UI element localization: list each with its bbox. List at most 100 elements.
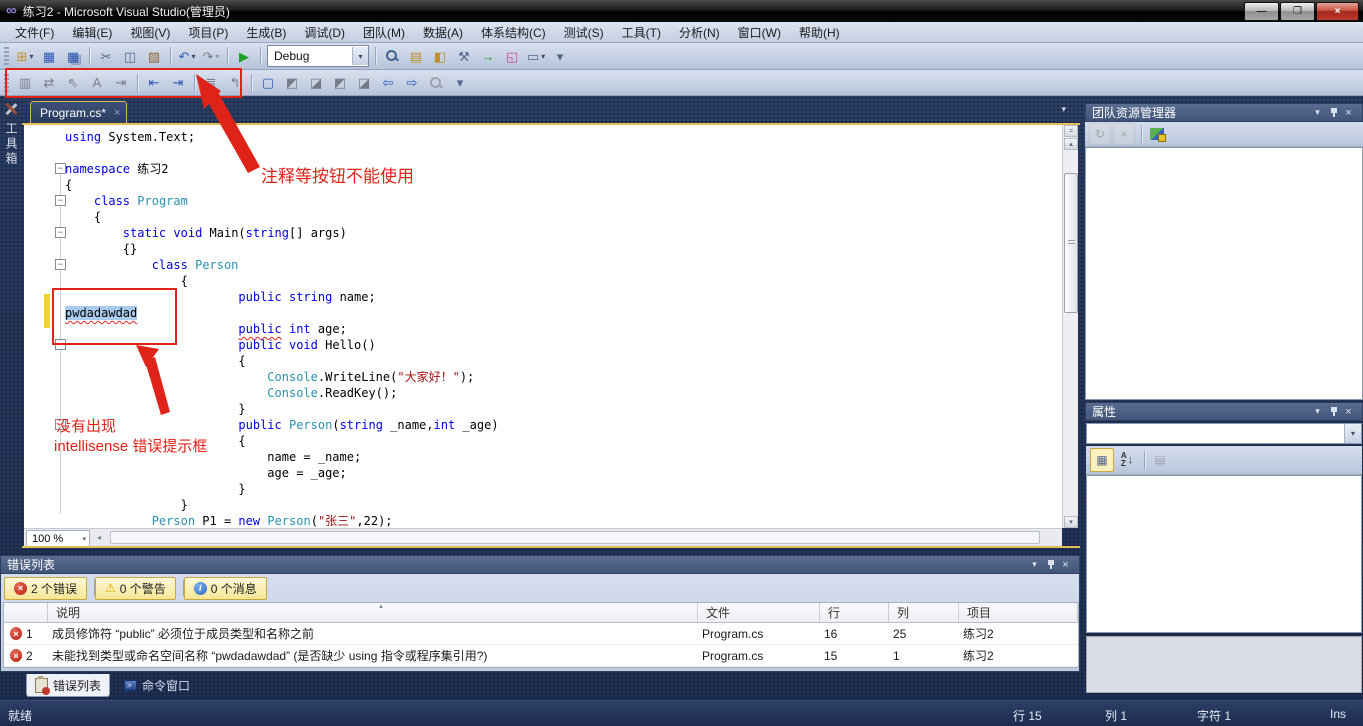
toolbar-options-button[interactable]: ▾ bbox=[549, 45, 571, 67]
menu-item[interactable]: 数据(A) bbox=[414, 22, 472, 43]
scroll-left-icon[interactable]: ◂ bbox=[92, 531, 106, 544]
tab-error-list[interactable]: 错误列表 bbox=[26, 674, 111, 697]
command-window-button[interactable]: ▭ ▾ bbox=[525, 45, 547, 67]
error-row[interactable]: × 2 未能找到类型或命名空间名称 “pwdadawdad” (是否缺少 using… bbox=[4, 645, 1078, 667]
redo-button[interactable]: ↷ ▾ bbox=[200, 45, 222, 67]
menu-item[interactable]: 团队(M) bbox=[354, 22, 414, 43]
new-project-button[interactable]: ⊞ ▾ bbox=[14, 45, 36, 67]
vertical-scroll-thumb[interactable] bbox=[1064, 173, 1078, 313]
column-project[interactable]: 项目 bbox=[959, 603, 1078, 623]
close-icon[interactable]: × bbox=[1058, 559, 1073, 571]
menu-item[interactable]: 文件(F) bbox=[6, 22, 63, 43]
debug-config-combo[interactable]: Debug ▾ bbox=[267, 45, 369, 67]
chevron-down-icon[interactable]: ▾ bbox=[29, 52, 33, 61]
next-bookmark-folder-button[interactable]: ◪ bbox=[353, 72, 375, 94]
editor-horizontal-scrollbar[interactable]: 100 % ▾ ◂ bbox=[24, 528, 1062, 547]
document-list-dropdown-icon[interactable]: ▾ bbox=[1061, 104, 1066, 115]
close-icon[interactable]: × bbox=[1341, 107, 1356, 119]
cancel-button[interactable]: × bbox=[1113, 123, 1135, 145]
menu-item[interactable]: 帮助(H) bbox=[790, 22, 849, 43]
start-page-button[interactable]: → bbox=[477, 45, 499, 67]
object-browser-button[interactable]: ◱ bbox=[501, 45, 523, 67]
property-pages-button[interactable]: ▤ bbox=[1149, 449, 1171, 471]
column-line[interactable]: 行 bbox=[820, 603, 889, 623]
messages-toggle-button[interactable]: i 0 个消息 bbox=[183, 576, 267, 600]
pin-icon[interactable] bbox=[1329, 107, 1339, 119]
menu-item[interactable]: 测试(S) bbox=[555, 22, 613, 43]
pin-icon[interactable] bbox=[1046, 559, 1056, 571]
minimize-button[interactable]: — bbox=[1244, 2, 1279, 21]
menu-item[interactable]: 体系结构(C) bbox=[472, 22, 555, 43]
toolbox-tab[interactable]: 工具箱 bbox=[3, 122, 20, 167]
chevron-down-icon[interactable]: ▾ bbox=[541, 52, 545, 61]
warnings-toggle-button[interactable]: ⚠ 0 个警告 bbox=[95, 576, 176, 600]
next-bookmark-button[interactable]: ◪ bbox=[305, 72, 327, 94]
fold-marker[interactable]: − bbox=[55, 227, 66, 238]
code-editor[interactable]: using System.Text; namespace 练习2{ class P… bbox=[24, 125, 1062, 528]
start-debug-icon: ▶ bbox=[239, 48, 249, 64]
menu-item[interactable]: 窗口(W) bbox=[729, 22, 790, 43]
menu-item[interactable]: 编辑(E) bbox=[63, 22, 121, 43]
start-debug-button[interactable]: ▶ bbox=[233, 45, 255, 67]
properties-object-combo[interactable]: ▾ bbox=[1086, 423, 1362, 444]
save-all-button[interactable]: ▦ bbox=[62, 45, 84, 67]
menu-item[interactable]: 生成(B) bbox=[237, 22, 295, 43]
prev-bookmark-button[interactable]: ◩ bbox=[281, 72, 303, 94]
menu-item[interactable]: 视图(V) bbox=[121, 22, 179, 43]
paste-button[interactable]: ▨ bbox=[143, 45, 165, 67]
categorized-button[interactable]: ▦ bbox=[1090, 448, 1114, 472]
prev-bookmark-folder-button[interactable]: ◩ bbox=[329, 72, 351, 94]
fold-marker[interactable]: − bbox=[55, 163, 66, 174]
close-button[interactable]: × bbox=[1316, 2, 1359, 21]
find-in-files-button[interactable] bbox=[381, 45, 403, 67]
refresh-button[interactable]: ↻ bbox=[1089, 123, 1111, 145]
column-file[interactable]: 文件 bbox=[698, 603, 820, 623]
tab-close-icon[interactable]: × bbox=[114, 107, 120, 119]
menu-item[interactable]: 项目(P) bbox=[179, 22, 237, 43]
status-bar: 就绪 行 15 列 1 字符 1 Ins bbox=[0, 700, 1363, 726]
solution-explorer-button[interactable]: ◧ bbox=[429, 45, 451, 67]
column-col[interactable]: 列 bbox=[889, 603, 959, 623]
chevron-down-icon[interactable]: ▾ bbox=[1027, 559, 1042, 570]
fold-marker[interactable]: − bbox=[55, 195, 66, 206]
close-icon[interactable]: × bbox=[1341, 406, 1356, 418]
toolbar-options2-button[interactable]: ▾ bbox=[449, 72, 471, 94]
menu-item[interactable]: 分析(N) bbox=[670, 22, 729, 43]
chevron-down-icon[interactable]: ▾ bbox=[191, 52, 195, 61]
error-row[interactable]: × 1 成员修饰符 “public” 必须位于成员类型和名称之前 Program.cs… bbox=[4, 623, 1078, 645]
save-button[interactable]: ▦ bbox=[38, 45, 60, 67]
toolbox-button[interactable]: ⚒ bbox=[453, 45, 475, 67]
code-line: age = _age; bbox=[65, 466, 347, 480]
scroll-down-icon[interactable]: ▾ bbox=[1064, 516, 1078, 528]
column-description[interactable]: 说明 ▲ bbox=[48, 603, 698, 623]
pin-icon[interactable] bbox=[1329, 406, 1339, 418]
chevron-down-icon[interactable]: ▾ bbox=[1344, 424, 1361, 443]
toggle-bookmark-button[interactable]: ▢ bbox=[257, 72, 279, 94]
menu-item[interactable]: 调试(D) bbox=[295, 22, 354, 43]
tab-program-cs[interactable]: Program.cs* × bbox=[30, 101, 128, 123]
properties-window-button[interactable]: ▤ bbox=[405, 45, 427, 67]
menu-item[interactable]: 工具(T) bbox=[613, 22, 670, 43]
next-bookmark-doc-button[interactable]: ⇨ bbox=[401, 72, 423, 94]
restore-button[interactable]: ❐ bbox=[1280, 2, 1315, 21]
horizontal-scroll-thumb[interactable] bbox=[110, 531, 1040, 544]
chevron-down-icon[interactable]: ▾ bbox=[352, 47, 368, 65]
tab-command-window[interactable]: > 命令窗口 bbox=[116, 674, 198, 696]
chevron-down-icon[interactable]: ▾ bbox=[215, 52, 219, 61]
prev-bookmark-doc-button[interactable]: ⇦ bbox=[377, 72, 399, 94]
editor-vertical-scrollbar[interactable]: = ▴ ▾ bbox=[1062, 125, 1078, 528]
fold-marker[interactable]: − bbox=[55, 259, 66, 270]
undo-button[interactable]: ↶ ▾ bbox=[176, 45, 198, 67]
scroll-up-icon[interactable]: ▴ bbox=[1064, 138, 1078, 150]
cut-button[interactable]: ✂ bbox=[95, 45, 117, 67]
chevron-down-icon[interactable]: ▾ bbox=[1310, 406, 1325, 417]
cut-icon: ✂ bbox=[100, 48, 112, 64]
editor-zoom-select[interactable]: 100 % ▾ bbox=[26, 530, 90, 547]
chevron-down-icon[interactable]: ▾ bbox=[1310, 107, 1325, 118]
connect-to-team-project-button[interactable] bbox=[1146, 123, 1168, 145]
copy-button[interactable]: ◫ bbox=[119, 45, 141, 67]
errors-toggle-button[interactable]: × 2 个错误 bbox=[4, 576, 88, 600]
alphabetical-sort-button[interactable]: A Z ↓ bbox=[1116, 449, 1138, 471]
clear-bookmarks-button[interactable] bbox=[425, 72, 447, 94]
splitter-handle[interactable]: = bbox=[1064, 125, 1078, 137]
